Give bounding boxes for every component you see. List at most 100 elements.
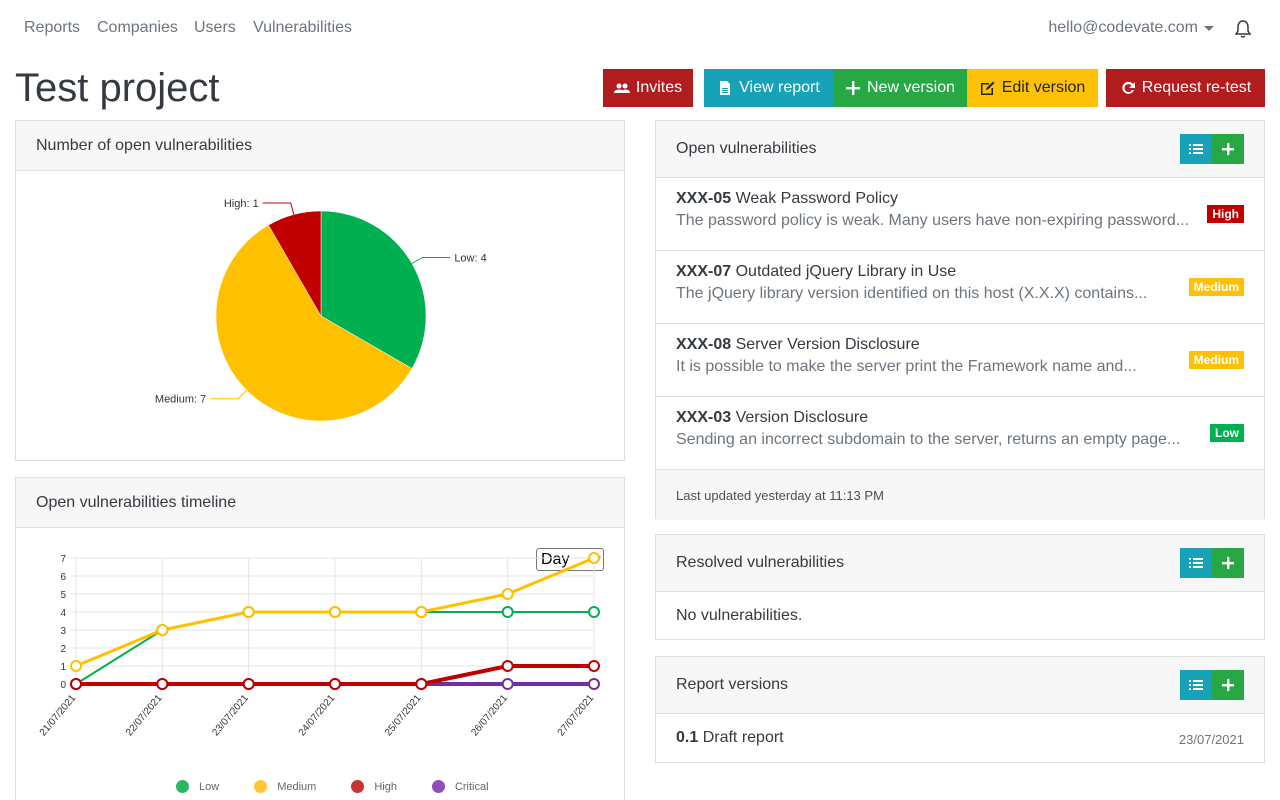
list-button[interactable]: [1180, 548, 1212, 578]
data-point-medium[interactable]: [70, 660, 82, 672]
vulnerability-name: Weak Password Policy: [735, 190, 899, 207]
list-icon: [1189, 144, 1203, 154]
legend-dot: [254, 780, 268, 793]
severity-badge: High: [1207, 205, 1244, 223]
data-point-critical[interactable]: [588, 678, 600, 690]
x-tick-label: 21/07/2021: [38, 693, 79, 739]
data-point-high[interactable]: [501, 660, 514, 672]
new-version-label: New version: [866, 79, 956, 96]
vulnerability-item[interactable]: XXX-03 Version Disclosure Sending an inco…: [656, 397, 1264, 470]
legend-label: Medium: [277, 780, 317, 793]
legend-item-critical[interactable]: Critical: [431, 780, 489, 793]
data-point-medium[interactable]: [415, 606, 428, 618]
card-header: Resolved vulnerabilities: [656, 535, 1264, 592]
plus-icon: [1222, 679, 1234, 691]
add-button[interactable]: [1212, 548, 1244, 578]
vulnerability-title: XXX-03 Version Disclosure: [676, 409, 1244, 427]
data-point-critical[interactable]: [501, 678, 514, 690]
x-tick-label: 26/07/2021: [469, 693, 510, 739]
x-tick-label: 22/07/2021: [124, 693, 165, 739]
data-point-high[interactable]: [415, 678, 428, 690]
y-tick-label: 2: [60, 644, 66, 655]
file-icon: [720, 81, 731, 95]
last-updated: Last updated yesterday at 11:13 PM: [656, 470, 1264, 520]
pie-label: Medium: 7: [155, 394, 206, 406]
bell-icon[interactable]: [1234, 19, 1252, 39]
version-name: Draft report: [702, 729, 784, 746]
card-title: Open vulnerabilities: [676, 140, 817, 157]
list-icon: [1189, 558, 1203, 568]
data-point-medium[interactable]: [242, 606, 255, 618]
legend-dot: [176, 780, 189, 793]
data-point-high[interactable]: [588, 660, 600, 672]
severity-badge: Medium: [1188, 278, 1244, 296]
data-point-medium[interactable]: [501, 588, 514, 600]
card-title: Report versions: [676, 676, 789, 693]
legend-item-medium[interactable]: Medium: [254, 780, 316, 793]
list-button[interactable]: [1180, 134, 1212, 164]
new-version-button[interactable]: New version: [833, 69, 967, 107]
vulnerability-title: XXX-05 Weak Password Policy: [676, 190, 1244, 208]
view-report-button[interactable]: View report: [704, 69, 833, 107]
legend-item-high[interactable]: High: [351, 780, 397, 793]
invites-button[interactable]: Invites: [603, 69, 693, 107]
data-point-high[interactable]: [242, 678, 255, 690]
vulnerability-item[interactable]: XXX-05 Weak Password Policy The password …: [656, 178, 1264, 251]
y-tick-label: 6: [60, 572, 66, 583]
users-icon: [613, 83, 630, 93]
vulnerability-item[interactable]: XXX-07 Outdated jQuery Library in Use The…: [656, 251, 1264, 324]
version-number: 0.1: [676, 729, 699, 746]
request-retest-button[interactable]: Request re-test: [1106, 69, 1265, 107]
report-versions-card: Report versions 0.1 Draft report 23/07/2…: [655, 656, 1265, 763]
edit-icon: [980, 81, 995, 95]
nav-companies[interactable]: Companies: [97, 19, 178, 37]
x-tick-label: 24/07/2021: [297, 693, 338, 739]
pie-chart: Low: 4 Medium: 7 High: 1: [155, 198, 487, 422]
invites-label: Invites: [635, 79, 683, 96]
vulnerability-id: XXX-05: [676, 190, 732, 207]
nav-vulnerabilities[interactable]: Vulnerabilities: [253, 19, 352, 37]
plus-icon: [1222, 557, 1234, 569]
data-point-low[interactable]: [501, 606, 514, 618]
list-icon: [1189, 680, 1203, 690]
legend-dot: [351, 780, 365, 793]
add-button[interactable]: [1212, 670, 1244, 700]
nav-reports[interactable]: Reports: [24, 19, 80, 37]
vulnerability-name: Outdated jQuery Library in Use: [735, 263, 957, 280]
request-retest-label: Request re-test: [1141, 79, 1252, 96]
legend-label: Critical: [454, 780, 489, 793]
pie-leader-line: [411, 257, 451, 264]
data-point-low[interactable]: [588, 606, 600, 618]
data-point-high[interactable]: [70, 678, 82, 690]
y-tick-label: 5: [60, 590, 66, 601]
data-point-medium[interactable]: [329, 606, 341, 618]
edit-version-label: Edit version: [1001, 79, 1086, 96]
card-title: Open vulnerabilities timeline: [36, 493, 237, 511]
pie-leader-line: [262, 202, 295, 215]
x-tick-label: 27/07/2021: [556, 693, 597, 739]
line-chart: 0 1 2 3 4 5 6 7 21/07/2021 22/07/2021 23/07/2021 24…: [38, 552, 600, 739]
list-button[interactable]: [1180, 670, 1212, 700]
legend-dot: [431, 780, 445, 793]
plus-icon: [845, 81, 860, 95]
caret-down-icon: [1204, 25, 1214, 31]
vulnerability-title: XXX-08 Server Version Disclosure: [676, 336, 1244, 354]
pie-leader-line: [210, 389, 248, 400]
data-point-high[interactable]: [156, 678, 169, 690]
data-point-medium[interactable]: [156, 624, 169, 636]
card-header: Report versions: [656, 657, 1264, 714]
data-point-high[interactable]: [329, 678, 341, 690]
nav-users[interactable]: Users: [194, 19, 236, 37]
add-button[interactable]: [1212, 134, 1244, 164]
user-menu[interactable]: hello@codevate.com: [1048, 19, 1214, 37]
version-date: 23/07/2021: [1178, 732, 1244, 747]
edit-version-button[interactable]: Edit version: [967, 69, 1098, 107]
page-title: Test project: [15, 66, 220, 110]
vulnerability-id: XXX-07: [676, 263, 732, 280]
version-row[interactable]: 0.1 Draft report 23/07/2021: [656, 714, 1264, 762]
legend-item-low[interactable]: Low: [176, 780, 219, 793]
data-point-medium[interactable]: [588, 552, 600, 564]
legend-label: High: [374, 780, 397, 793]
vulnerability-item[interactable]: XXX-08 Server Version Disclosure It is po…: [656, 324, 1264, 397]
severity-badge: Low: [1210, 424, 1244, 442]
